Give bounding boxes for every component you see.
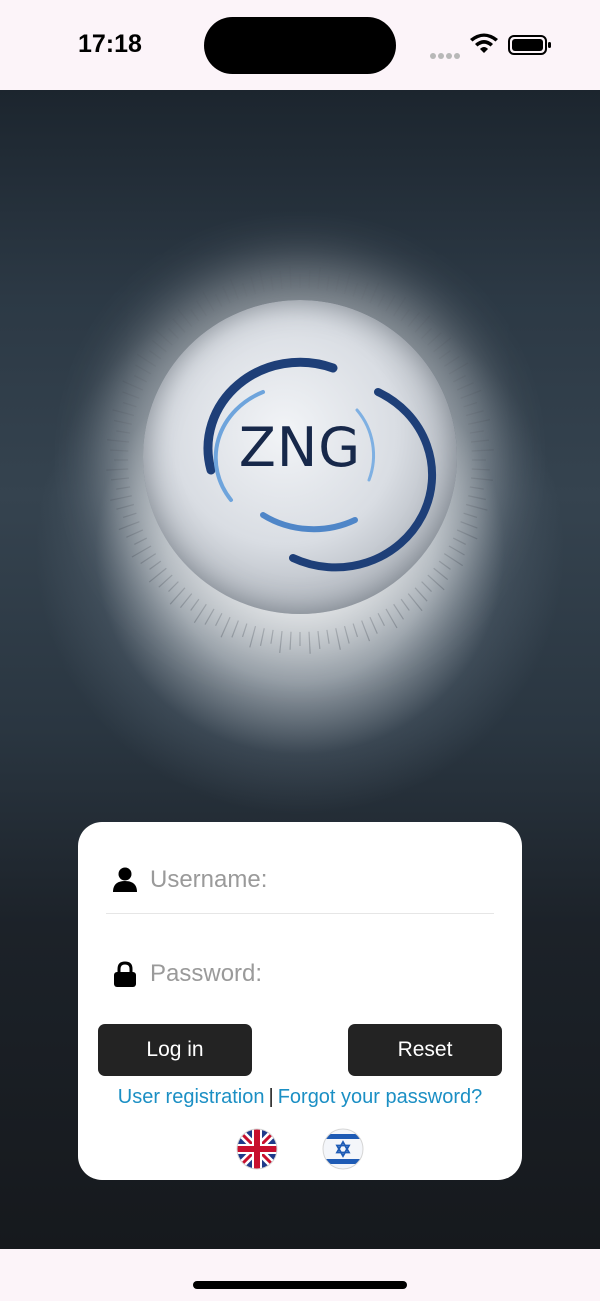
halo-ray [241, 282, 248, 297]
halo-ray [118, 521, 140, 531]
halo-ray [468, 495, 486, 501]
wifi-icon [470, 33, 498, 53]
halo-ray [468, 419, 490, 425]
halo-ray [289, 631, 292, 650]
halo-ray [116, 430, 131, 434]
halo-ray [215, 612, 223, 626]
halo-ray [463, 512, 478, 519]
halo-ray [361, 620, 371, 642]
halo-ray [343, 625, 350, 644]
halo-ray [471, 468, 490, 471]
halo-ray [456, 382, 474, 391]
halo-ray [259, 628, 265, 646]
halo-ray [335, 628, 341, 650]
halo-ray [229, 278, 239, 300]
halo-ray [326, 276, 330, 291]
halo-ray [308, 270, 311, 289]
password-input[interactable] [150, 954, 490, 994]
halo-ray [335, 274, 341, 292]
halo-ray [352, 623, 359, 638]
halo-ray [317, 267, 321, 290]
halo-ray [114, 419, 132, 425]
signal-dots-icon [430, 46, 462, 59]
halo-ray [460, 521, 478, 529]
halo-ray [352, 282, 359, 297]
halo-ray [110, 495, 132, 501]
halo-ray [220, 616, 231, 638]
halo-ray [469, 430, 484, 434]
halo-ray [471, 449, 494, 452]
battery-icon [508, 35, 551, 55]
halo-ray [122, 401, 137, 408]
halo-ray [270, 629, 274, 644]
halo-ray [456, 529, 478, 540]
link-separator: | [268, 1086, 274, 1108]
halo-ray [361, 282, 369, 300]
user-registration-link[interactable]: User registration [118, 1086, 265, 1108]
halo-ray [289, 266, 292, 289]
halo-ray [116, 503, 135, 510]
halo-ray [122, 512, 137, 519]
halo-ray [126, 529, 144, 538]
login-card: Log in Reset User registration|Forgot yo… [78, 822, 522, 1180]
username-row [106, 844, 494, 914]
uk-flag-icon[interactable] [236, 1128, 278, 1170]
reset-button[interactable]: Reset [348, 1024, 502, 1076]
halo-ray [460, 389, 482, 399]
halo-ray [110, 449, 129, 452]
password-row [106, 938, 494, 1008]
halo-ray [107, 439, 130, 443]
logo-orb: ZNG [143, 300, 457, 614]
forgot-password-link[interactable]: Forgot your password? [278, 1086, 483, 1108]
halo-ray [106, 468, 129, 471]
bottom-bar [0, 1249, 600, 1301]
halo-ray [279, 630, 283, 653]
halo-ray [377, 612, 385, 626]
halo-ray [326, 629, 330, 644]
halo-ray [241, 623, 248, 638]
user-icon [113, 867, 137, 892]
halo-ray [259, 270, 265, 292]
halo-ray [270, 276, 274, 291]
links-row: User registration | Forgot your password? [78, 1086, 522, 1109]
halo-ray [116, 486, 131, 490]
halo-ray [470, 477, 493, 481]
status-bar: 17:18 [0, 0, 600, 90]
halo-ray [465, 503, 488, 511]
halo-ray [122, 380, 144, 391]
halo-ray [369, 616, 378, 634]
lock-icon [114, 961, 136, 987]
halo-ray [279, 270, 283, 290]
halo-ray [112, 409, 135, 417]
israel-flag-icon[interactable] [322, 1128, 364, 1170]
username-input[interactable] [150, 860, 490, 900]
halo-ray [250, 276, 257, 295]
halo-ray [308, 631, 311, 654]
halo-ray [470, 439, 490, 443]
halo-ray [463, 401, 478, 408]
halo-ray [110, 477, 130, 481]
logo-text: ZNG [238, 416, 362, 479]
dynamic-island [204, 17, 396, 74]
status-time: 17:18 [78, 30, 142, 58]
halo-ray [469, 486, 484, 490]
halo-ray [231, 620, 239, 638]
halo-ray [122, 391, 140, 399]
home-indicator[interactable] [193, 1281, 407, 1289]
halo-ray [343, 272, 351, 295]
halo-ray [465, 410, 484, 417]
halo-ray [317, 630, 321, 650]
halo-ray [249, 625, 257, 648]
login-button[interactable]: Log in [98, 1024, 252, 1076]
